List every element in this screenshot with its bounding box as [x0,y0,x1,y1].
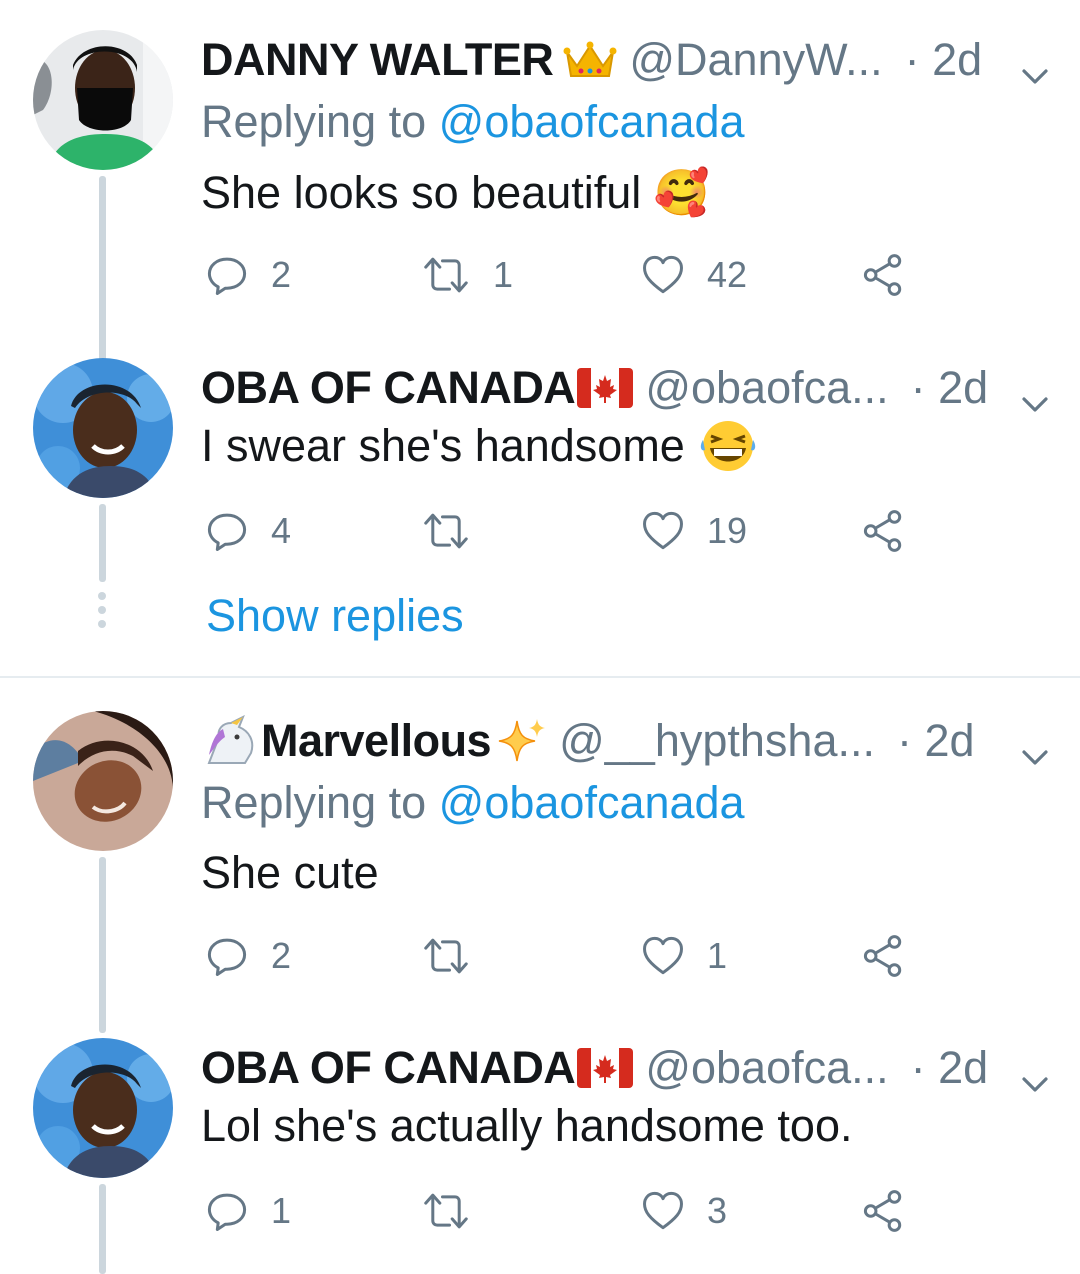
retweet-count: 1 [493,254,514,295]
reply-button[interactable]: 1 [205,1186,291,1236]
replying-to-label: Replying to [201,777,427,828]
retweet-icon [421,509,471,553]
retweet-icon [421,934,471,978]
timestamp[interactable]: · 2d [911,1042,989,1094]
reply-button[interactable]: 4 [205,506,291,556]
tweet-text: I swear she's handsome [201,420,757,472]
tweet-text: Lol she's actually handsome too. [201,1100,853,1151]
display-name[interactable]: OBA OF CANADA [201,1042,576,1094]
retweet-button[interactable] [421,1186,493,1236]
share-icon [861,253,905,297]
like-button[interactable]: 19 [641,506,747,556]
user-handle[interactable]: @DannyW... [629,34,882,86]
crown-icon [563,40,617,80]
like-count: 42 [707,254,748,295]
tweet-actions: 2 1 [201,931,921,981]
reply-count: 4 [271,510,292,551]
tweet-header: Marvellous @__hypthsha... · 2d [201,711,1060,771]
replying-to: Replying to @obaofcanada [201,96,745,148]
avatar[interactable] [33,1038,173,1178]
thread-line [99,857,106,1033]
share-button[interactable] [861,506,905,556]
share-icon [861,509,905,553]
tweet-text: She cute [201,847,379,898]
heart-icon [641,1189,685,1233]
timestamp[interactable]: · 2d [911,362,989,414]
chevron-down-icon[interactable] [1020,1054,1050,1106]
tweet-actions: 1 3 [201,1186,921,1236]
like-button[interactable]: 3 [641,1186,727,1236]
chevron-down-icon[interactable] [1020,727,1050,779]
reply-button[interactable]: 2 [205,931,291,981]
heart-icon [641,509,685,553]
avatar[interactable] [33,30,173,170]
share-icon [861,1189,905,1233]
tweet-actions: 2 1 42 [201,250,921,300]
show-replies-link[interactable]: Show replies [206,590,464,642]
user-handle[interactable]: @obaofca... [645,1042,888,1094]
thread-line [99,1184,106,1274]
like-count: 19 [707,510,748,551]
sparkles-icon [495,717,547,765]
replying-to-label: Replying to [201,96,427,147]
user-handle[interactable]: @__hypthsha... [559,715,875,767]
thread-line [99,504,106,582]
reply-icon [205,934,249,978]
tweet-header: DANNY WALTER @DannyW... · 2d [201,30,1060,90]
heart-icon [641,253,685,297]
thread-dots [98,592,106,634]
unicorn-icon [201,715,259,767]
reply-count: 2 [271,254,292,295]
tweet-actions: 4 19 [201,506,921,556]
display-name[interactable]: DANNY WALTER [201,34,554,86]
like-count: 3 [707,1190,728,1231]
retweet-icon [421,1189,471,1233]
tweet-text: She looks so beautiful 🥰 [201,167,710,218]
display-name[interactable]: OBA OF CANADA [201,362,576,414]
tweet-header: OBA OF CANADA @obaofca... · 2d [201,1038,1060,1098]
thread-line [99,176,106,384]
chevron-down-icon[interactable] [1020,46,1050,98]
replying-to: Replying to @obaofcanada [201,777,745,829]
chevron-down-icon[interactable] [1020,374,1050,426]
avatar[interactable] [33,358,173,498]
retweet-button[interactable] [421,931,493,981]
share-icon [861,934,905,978]
reply-icon [205,1189,249,1233]
user-handle[interactable]: @obaofca... [645,362,888,414]
reply-button[interactable]: 2 [205,250,291,300]
like-count: 1 [707,935,728,976]
timestamp[interactable]: · 2d [897,715,975,767]
retweet-button[interactable] [421,506,493,556]
share-button[interactable] [861,250,905,300]
tweet-text-content: I swear she's handsome [201,420,685,471]
heart-icon [641,934,685,978]
replying-to-link[interactable]: @obaofcanada [439,777,745,828]
canada-flag-icon [577,368,633,408]
divider [0,676,1080,678]
replying-to-link[interactable]: @obaofcanada [439,96,745,147]
share-button[interactable] [861,931,905,981]
canada-flag-icon [577,1048,633,1088]
retweet-icon [421,253,471,297]
display-name[interactable]: Marvellous [261,715,492,767]
share-button[interactable] [861,1186,905,1236]
reply-count: 1 [271,1190,292,1231]
reply-icon [205,509,249,553]
reply-count: 2 [271,935,292,976]
tweet-header: OBA OF CANADA @obaofca... · 2d [201,358,1060,418]
timestamp[interactable]: · 2d [905,34,983,86]
retweet-button[interactable]: 1 [421,250,513,300]
laughing-emoji-icon [699,420,757,472]
avatar[interactable] [33,711,173,851]
like-button[interactable]: 42 [641,250,747,300]
like-button[interactable]: 1 [641,931,727,981]
reply-icon [205,253,249,297]
